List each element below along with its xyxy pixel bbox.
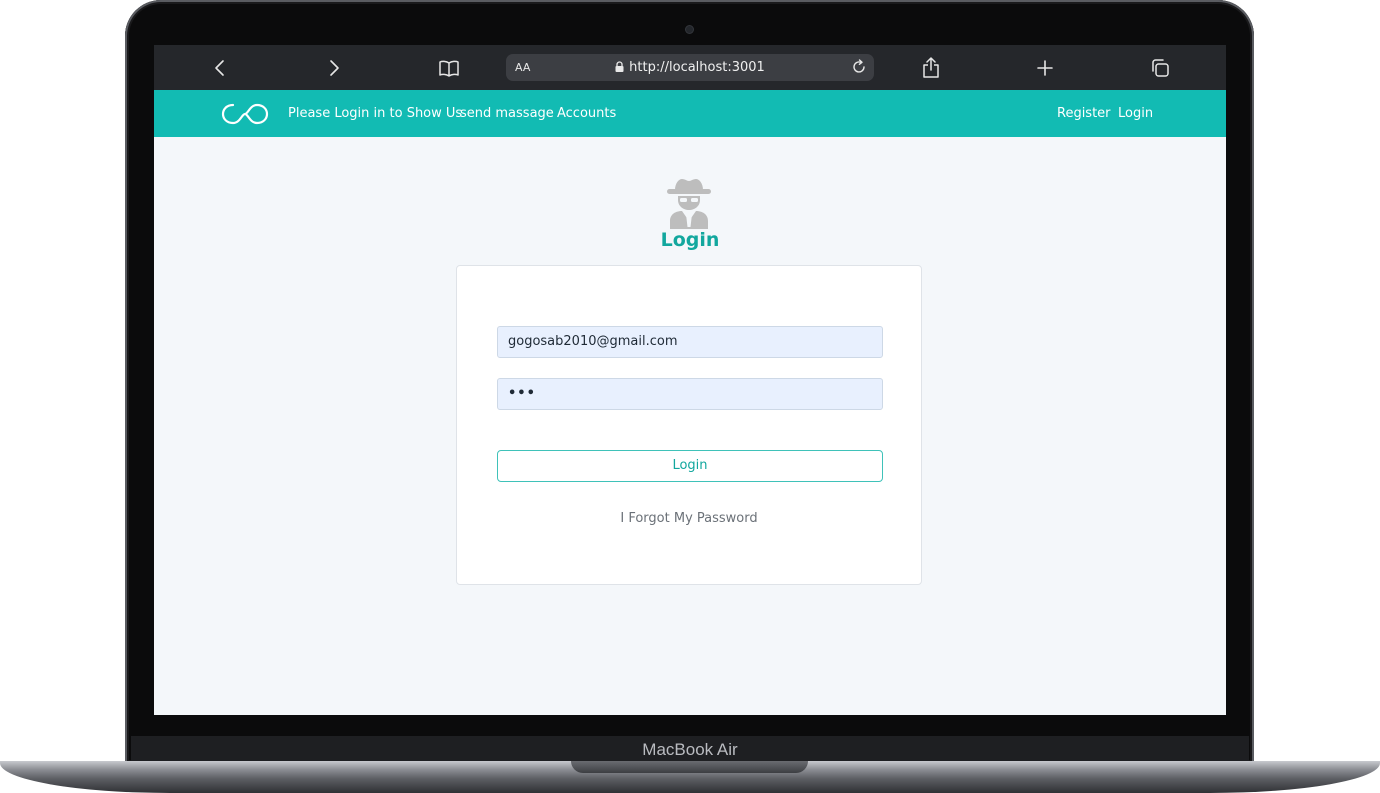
new-tab-icon[interactable] [1036,57,1054,79]
forgot-password-link[interactable]: I Forgot My Password [457,511,921,526]
login-card: gogosab2010@gmail.com ••• Login I Forgot… [456,265,922,585]
url-bar[interactable]: AA http://localhost:3001 [506,54,874,81]
tabs-icon[interactable] [1149,57,1171,79]
lock-icon [615,61,624,76]
laptop-notch [571,761,808,773]
nav-link-register[interactable]: Register [1057,106,1111,121]
infinity-logo[interactable] [221,103,269,130]
page-title: Login [660,229,720,251]
nav-link-send-massage[interactable]: send massage [460,106,554,121]
screen: AA http://localhost:3001 Please Login in… [154,45,1226,715]
bookmarks-icon[interactable] [437,57,461,79]
forward-icon[interactable] [326,57,342,79]
nav-link-please-login[interactable]: Please Login in to Show Us [288,106,462,121]
reload-icon[interactable] [851,59,867,80]
app-navbar: Please Login in to Show Us send massage … [154,90,1226,137]
share-icon[interactable] [921,57,941,79]
spy-icon [666,177,712,234]
url-text: http://localhost:3001 [629,60,765,75]
device-label: MacBook Air [642,740,738,759]
camera-icon [686,26,693,33]
password-field[interactable]: ••• [497,378,883,410]
back-icon[interactable] [212,57,228,79]
nav-link-login[interactable]: Login [1118,106,1153,121]
login-button[interactable]: Login [497,450,883,482]
browser-toolbar: AA http://localhost:3001 [154,45,1226,90]
nav-link-accounts[interactable]: Accounts [557,106,616,121]
email-field[interactable]: gogosab2010@gmail.com [497,326,883,358]
